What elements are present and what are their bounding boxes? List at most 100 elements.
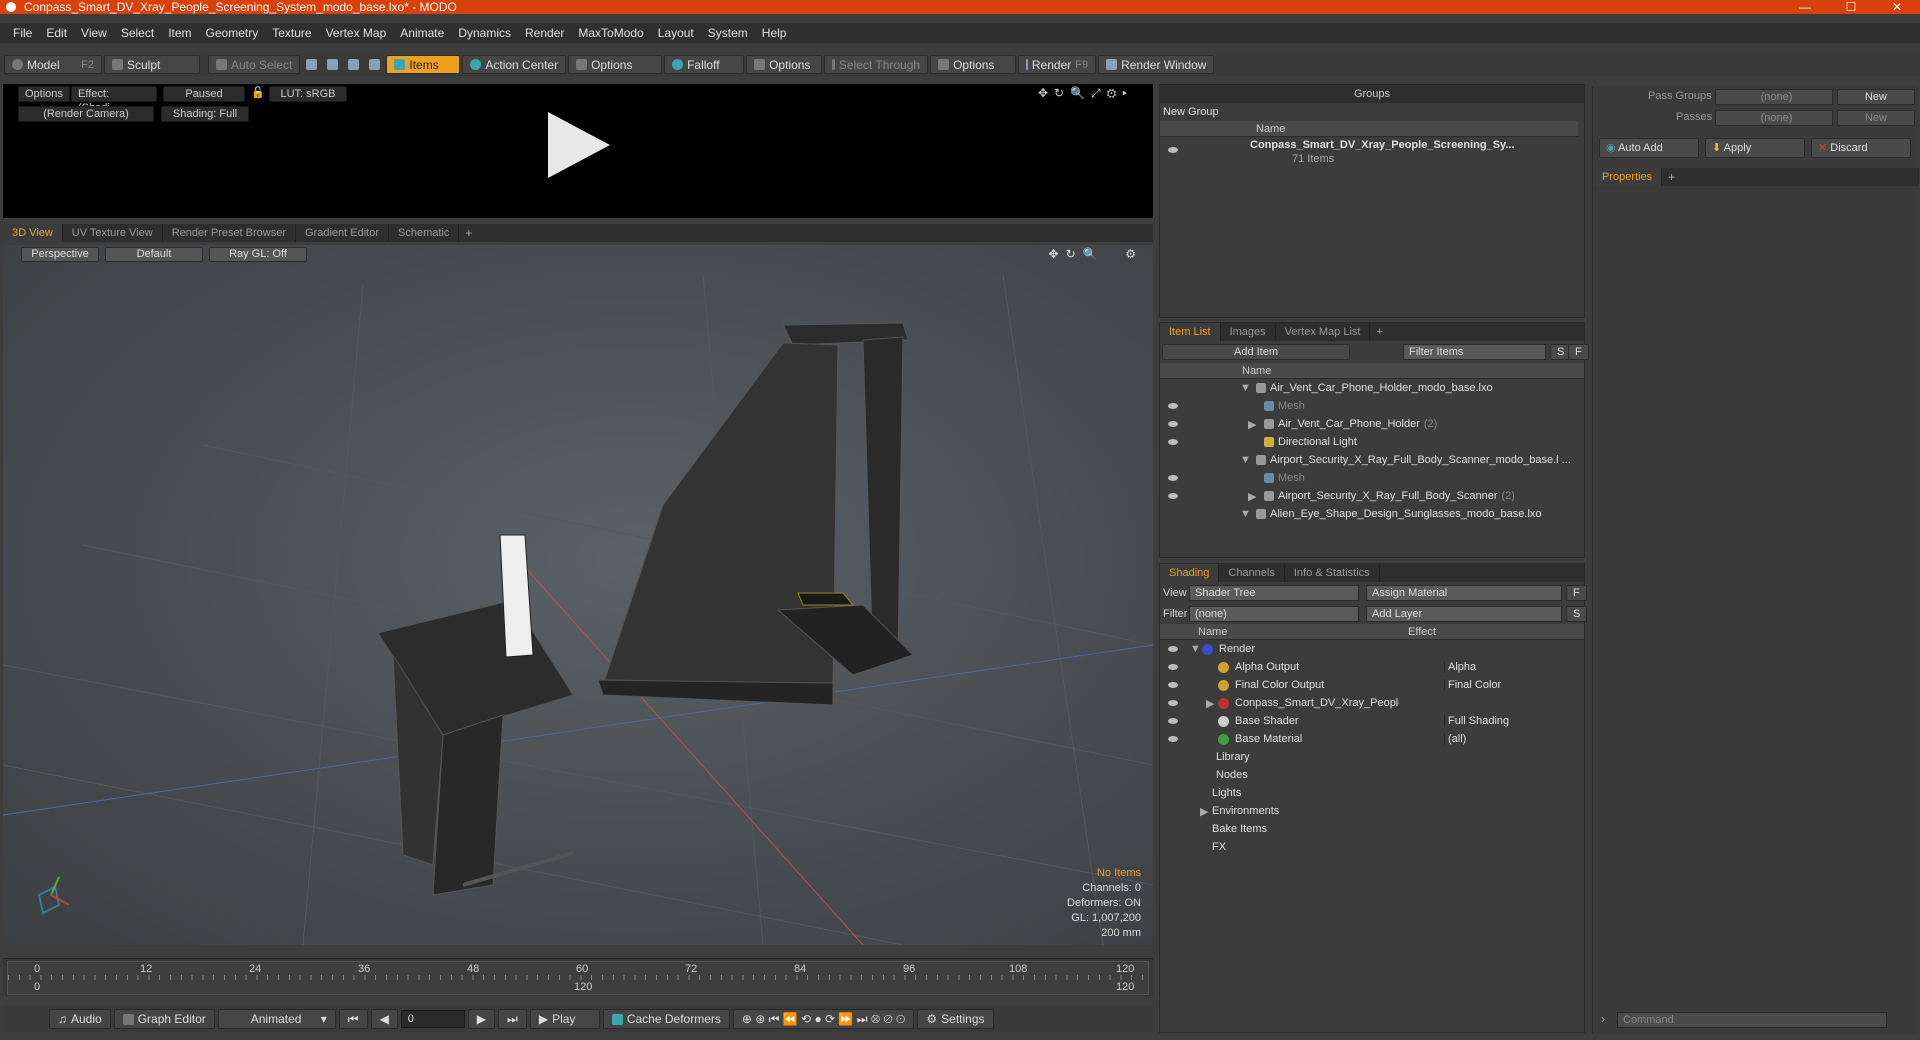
shading-f-button[interactable]: F — [1566, 585, 1587, 601]
tab-info-statistics[interactable]: Info & Statistics — [1285, 564, 1380, 582]
tree-arrow-icon[interactable]: ▶ — [1206, 697, 1218, 710]
render-preview[interactable]: Options Effect: (Shadi... Paused 🔓 LUT: … — [3, 84, 1153, 218]
tab-uv-texture-view[interactable]: UV Texture View — [63, 224, 163, 242]
effect-dropdown[interactable]: Full Shading — [1444, 715, 1564, 727]
3d-viewport[interactable]: Perspective Default Ray GL: Off ✥↻🔍 ⚙ No… — [3, 245, 1153, 945]
add-tab-button[interactable]: + — [459, 226, 478, 240]
menu-animate[interactable]: Animate — [393, 26, 451, 40]
eye-icon[interactable] — [1168, 664, 1178, 670]
item-list-row[interactable]: Mesh — [1160, 397, 1584, 415]
item-list-row[interactable]: Mesh — [1160, 469, 1584, 487]
tab-vertex-map-list[interactable]: Vertex Map List — [1276, 323, 1371, 341]
play-button[interactable]: ▶ Play — [529, 1009, 600, 1029]
animated-dropdown[interactable]: Animated ▾ — [217, 1009, 336, 1029]
timeline-ruler[interactable]: 0 12 24 36 48 60 72 84 96 108 120 0 120 … — [7, 961, 1149, 995]
new-group-button[interactable]: New Group — [1160, 103, 1584, 121]
effect-dropdown[interactable]: Alpha — [1444, 661, 1564, 673]
audio-button[interactable]: ♫ Audio — [49, 1009, 111, 1029]
select-through-options-button[interactable]: Options — [930, 55, 1017, 74]
item-list-row[interactable]: ▼ Airport_Security_X_Ray_Full_Body_Scanne… — [1160, 451, 1584, 469]
tab-channels[interactable]: Channels — [1219, 564, 1285, 582]
shading-dropdown[interactable]: Shading: Full — [161, 106, 249, 122]
collapse-arrow-icon[interactable]: ▼ — [1240, 508, 1252, 520]
tab-schematic[interactable]: Schematic — [389, 224, 460, 242]
new-pass-button[interactable]: New — [1837, 110, 1915, 126]
cache-deformers-button[interactable]: Cache Deformers — [602, 1009, 730, 1029]
falloff-options-button[interactable]: Options — [746, 55, 823, 74]
tab-item-list[interactable]: Item List — [1160, 323, 1221, 341]
eye-icon[interactable] — [1168, 439, 1178, 445]
play-icon[interactable] — [548, 112, 610, 178]
render-window-button[interactable]: Render Window — [1098, 55, 1215, 74]
shader-tree-row[interactable]: Bake Items — [1160, 820, 1584, 838]
eye-icon[interactable] — [1168, 700, 1178, 706]
filter-f-button[interactable]: F — [1568, 344, 1589, 360]
goto-end-button[interactable]: ⏭ — [498, 1009, 527, 1029]
render-view-controls[interactable]: ✥↻🔍⤢⚙▸ — [1038, 86, 1133, 101]
menu-select[interactable]: Select — [114, 26, 161, 40]
sculpt-mode-button[interactable]: Sculpt — [104, 55, 200, 74]
model-mode-button[interactable]: Model F2 — [4, 55, 102, 74]
tab-properties[interactable]: Properties — [1593, 168, 1663, 186]
tab-shading[interactable]: Shading — [1160, 564, 1220, 582]
passes-dropdown[interactable]: (none) — [1715, 110, 1833, 126]
eye-icon[interactable] — [1168, 147, 1178, 153]
menu-dynamics[interactable]: Dynamics — [451, 26, 518, 40]
item-list-row[interactable]: ▶ Air_Vent_Car_Phone_Holder (2) — [1160, 415, 1584, 433]
new-pass-group-button[interactable]: New — [1837, 89, 1915, 105]
edges-mode-icon[interactable] — [327, 59, 339, 70]
shader-tree-row[interactable]: Nodes — [1160, 766, 1584, 784]
effect-dropdown[interactable]: Final Color — [1444, 679, 1564, 691]
menu-help[interactable]: Help — [755, 26, 794, 40]
tree-arrow-icon[interactable]: ▶ — [1200, 805, 1212, 818]
add-layer-dropdown[interactable]: Add Layer — [1366, 606, 1562, 622]
menu-vertex-map[interactable]: Vertex Map — [319, 26, 394, 40]
collapse-arrow-icon[interactable]: ▼ — [1240, 382, 1252, 394]
eye-icon[interactable] — [1168, 682, 1178, 688]
vertices-mode-icon[interactable] — [306, 59, 318, 70]
paused-toggle[interactable]: Paused — [163, 86, 245, 102]
eye-icon[interactable] — [1168, 736, 1178, 742]
tab-images[interactable]: Images — [1221, 323, 1276, 341]
graph-editor-button[interactable]: Graph Editor — [113, 1009, 215, 1029]
add-item-dropdown[interactable]: Add Item — [1162, 344, 1350, 360]
shader-tree-row[interactable]: Base Shader Full Shading — [1160, 712, 1584, 730]
action-center-options-button[interactable]: Options — [568, 55, 663, 74]
eye-icon[interactable] — [1168, 493, 1178, 499]
item-list-row[interactable]: ▼ Air_Vent_Car_Phone_Holder_modo_base.lxo — [1160, 379, 1584, 397]
shader-tree-row[interactable]: Base Material (all) — [1160, 730, 1584, 748]
lut-dropdown[interactable]: LUT: sRGB — [269, 86, 347, 102]
menu-edit[interactable]: Edit — [39, 26, 74, 40]
falloff-button[interactable]: Falloff — [664, 55, 745, 74]
item-list-row[interactable]: Directional Light — [1160, 433, 1584, 451]
effect-dropdown[interactable]: Effect: (Shadi... — [71, 86, 157, 114]
shader-tree-row[interactable]: ▼ Render — [1160, 640, 1584, 658]
command-input[interactable]: Command — [1617, 1012, 1887, 1028]
tab-render-preset-browser[interactable]: Render Preset Browser — [163, 224, 297, 242]
menu-system[interactable]: System — [701, 26, 755, 40]
render-options-button[interactable]: Options — [18, 86, 70, 102]
collapse-arrow-icon[interactable]: ▼ — [1240, 454, 1252, 466]
materials-mode-icon[interactable] — [369, 59, 381, 70]
settings-button[interactable]: ⚙ Settings — [917, 1009, 994, 1029]
menu-maxtomodo[interactable]: MaxToModo — [571, 26, 650, 40]
expand-arrow-icon[interactable]: ▶ — [1248, 418, 1260, 431]
tab-3d-view[interactable]: 3D View — [3, 224, 63, 242]
add-tab-button[interactable]: + — [1662, 170, 1681, 184]
menu-item[interactable]: Item — [161, 26, 198, 40]
discard-button[interactable]: ✕ Discard — [1811, 138, 1911, 158]
current-frame-input[interactable]: 0 — [400, 1010, 465, 1028]
render-button[interactable]: Render F9 — [1018, 55, 1097, 74]
key-tools-group[interactable]: ⊕ ⊛ ⏮ ⏪ ⟲ ● ⟳ ⏩ ⏭ ⊗ ⊘ ⊙ — [732, 1009, 915, 1029]
apply-button[interactable]: ⬇ Apply — [1705, 138, 1805, 158]
menu-geometry[interactable]: Geometry — [199, 26, 266, 40]
prev-frame-button[interactable]: ◀ — [370, 1009, 398, 1029]
polygons-mode-icon[interactable] — [348, 59, 360, 70]
filter-items-input[interactable]: Filter Items — [1403, 344, 1546, 360]
shader-tree-row[interactable]: FX — [1160, 838, 1584, 856]
filter-dropdown[interactable]: (none) — [1189, 606, 1359, 622]
effect-dropdown[interactable]: (all) — [1444, 733, 1564, 745]
shader-tree-row[interactable]: Final Color Output Final Color — [1160, 676, 1584, 694]
shader-tree-row[interactable]: Lights — [1160, 784, 1584, 802]
menu-render[interactable]: Render — [518, 26, 571, 40]
